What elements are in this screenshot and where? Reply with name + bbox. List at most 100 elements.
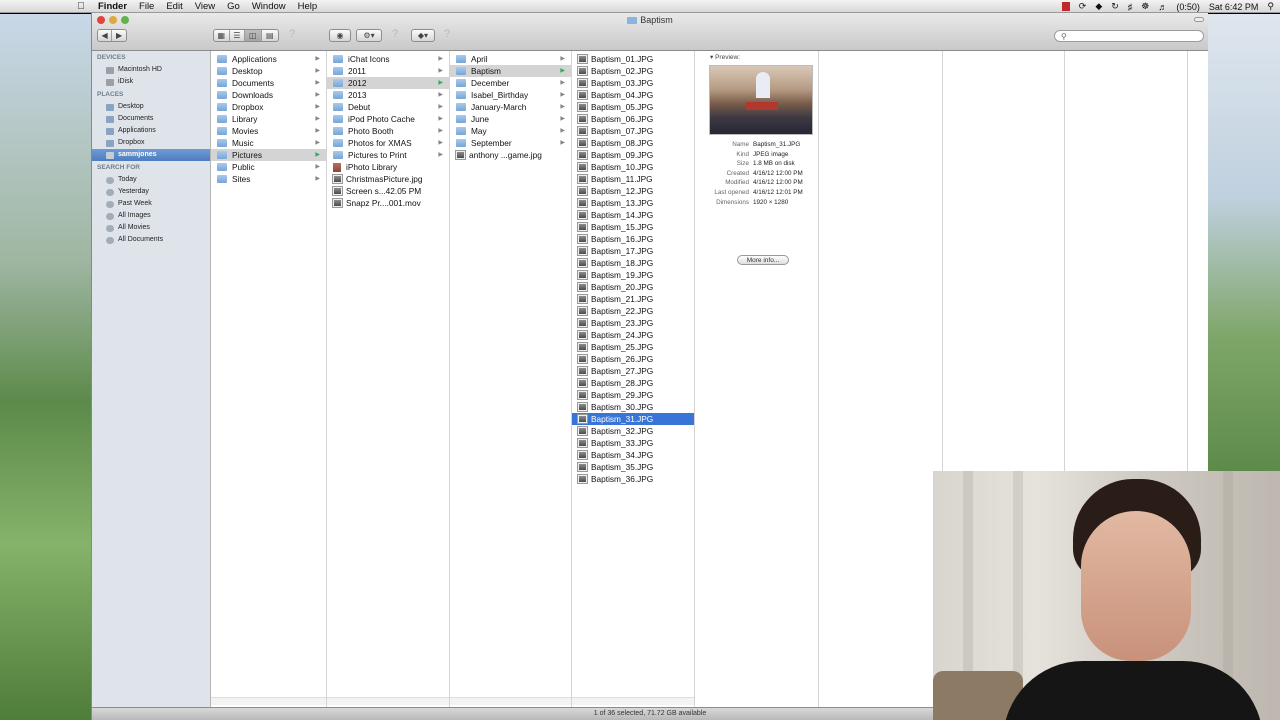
column-item[interactable]: Baptism_05.JPG bbox=[572, 101, 694, 113]
icon-view-icon[interactable]: ▦ bbox=[214, 30, 230, 41]
column-item[interactable]: iChat Icons ▶ bbox=[327, 53, 449, 65]
column-item[interactable]: Applications ▶ bbox=[211, 53, 326, 65]
column-item[interactable]: Baptism_19.JPG bbox=[572, 269, 694, 281]
sidebar-item[interactable]: Dropbox bbox=[92, 137, 210, 149]
column-item[interactable]: Baptism_10.JPG bbox=[572, 161, 694, 173]
menu-go[interactable]: Go bbox=[227, 1, 240, 12]
record-indicator-icon[interactable] bbox=[1061, 2, 1070, 11]
column-item[interactable]: Baptism_13.JPG bbox=[572, 197, 694, 209]
action-menu-button[interactable]: ⚙▾ bbox=[356, 29, 382, 42]
column-item[interactable]: Baptism_21.JPG bbox=[572, 293, 694, 305]
column-item[interactable]: Dropbox ▶ bbox=[211, 101, 326, 113]
column-item[interactable]: Baptism_22.JPG bbox=[572, 305, 694, 317]
column-item[interactable]: Documents ▶ bbox=[211, 77, 326, 89]
column-item[interactable]: Pictures ▶ bbox=[211, 149, 326, 161]
menu-finder[interactable]: Finder bbox=[98, 1, 127, 12]
column-item[interactable]: 2011 ▶ bbox=[327, 65, 449, 77]
forward-button[interactable]: ▶ bbox=[112, 30, 126, 41]
sidebar-section-header[interactable]: SEARCH FOR bbox=[92, 162, 210, 174]
column-item[interactable]: iPhoto Library bbox=[327, 161, 449, 173]
column-item[interactable]: Baptism_02.JPG bbox=[572, 65, 694, 77]
sidebar-item[interactable]: sammjones bbox=[92, 149, 210, 161]
battery-status[interactable]: (0:50) bbox=[1176, 2, 1200, 12]
menu-view[interactable]: View bbox=[195, 1, 215, 12]
apple-menu-icon[interactable]:  bbox=[74, 1, 88, 12]
column-item[interactable]: Baptism_30.JPG bbox=[572, 401, 694, 413]
column-item[interactable]: Library ▶ bbox=[211, 113, 326, 125]
column-item[interactable]: Baptism_35.JPG bbox=[572, 461, 694, 473]
sidebar-item[interactable]: All Documents bbox=[92, 234, 210, 246]
column-item[interactable]: Baptism_03.JPG bbox=[572, 77, 694, 89]
wifi-icon[interactable]: ☸ bbox=[1141, 1, 1149, 12]
sidebar-item[interactable]: Applications bbox=[92, 125, 210, 137]
menu-clock[interactable]: Sat 6:42 PM bbox=[1209, 2, 1259, 12]
column-item[interactable]: Baptism_18.JPG bbox=[572, 257, 694, 269]
column-resize-handle[interactable] bbox=[327, 697, 449, 705]
sidebar-section-header[interactable]: PLACES bbox=[92, 89, 210, 101]
column-item[interactable]: Baptism_15.JPG bbox=[572, 221, 694, 233]
spotlight-icon[interactable]: ⚲ bbox=[1267, 1, 1274, 12]
column-item[interactable]: Downloads ▶ bbox=[211, 89, 326, 101]
column-item[interactable]: Baptism_33.JPG bbox=[572, 437, 694, 449]
column-item[interactable]: Movies ▶ bbox=[211, 125, 326, 137]
volume-icon[interactable]: ♬ bbox=[1158, 2, 1167, 12]
column-item[interactable]: Music ▶ bbox=[211, 137, 326, 149]
column-item[interactable]: Baptism_23.JPG bbox=[572, 317, 694, 329]
column-item[interactable]: December ▶ bbox=[450, 77, 571, 89]
menu-help[interactable]: Help bbox=[298, 1, 318, 12]
sidebar-item[interactable]: Documents bbox=[92, 113, 210, 125]
column-item[interactable]: Baptism_24.JPG bbox=[572, 329, 694, 341]
column-item[interactable]: Baptism_27.JPG bbox=[572, 365, 694, 377]
column-item[interactable]: Pictures to Print ▶ bbox=[327, 149, 449, 161]
column-item[interactable]: Photos for XMAS ▶ bbox=[327, 137, 449, 149]
column-item[interactable]: Baptism_25.JPG bbox=[572, 341, 694, 353]
column-item[interactable]: Screen s...42.05 PM bbox=[327, 185, 449, 197]
column-item[interactable]: Debut ▶ bbox=[327, 101, 449, 113]
column-item[interactable]: Baptism_16.JPG bbox=[572, 233, 694, 245]
column-item[interactable]: Baptism_36.JPG bbox=[572, 473, 694, 485]
column-item[interactable]: 2013 ▶ bbox=[327, 89, 449, 101]
column-view-icon[interactable]: ◫ bbox=[245, 30, 262, 41]
column-item[interactable]: Baptism_29.JPG bbox=[572, 389, 694, 401]
bluetooth-icon[interactable]: ♯ bbox=[1128, 2, 1133, 12]
back-button[interactable]: ◀ bbox=[98, 30, 113, 41]
column-item[interactable]: Baptism_20.JPG bbox=[572, 281, 694, 293]
column-item[interactable]: Public ▶ bbox=[211, 161, 326, 173]
column-item[interactable]: Baptism_12.JPG bbox=[572, 185, 694, 197]
list-view-icon[interactable]: ☰ bbox=[230, 30, 246, 41]
column-item[interactable]: Baptism ▶ bbox=[450, 65, 571, 77]
column-item[interactable]: Baptism_07.JPG bbox=[572, 125, 694, 137]
sidebar-item[interactable]: Desktop bbox=[92, 101, 210, 113]
column-item[interactable]: Isabel_Birthday ▶ bbox=[450, 89, 571, 101]
column-item[interactable]: Baptism_26.JPG bbox=[572, 353, 694, 365]
more-info-button[interactable]: More info... bbox=[737, 255, 789, 265]
column-item[interactable]: iPod Photo Cache ▶ bbox=[327, 113, 449, 125]
column-item[interactable]: April ▶ bbox=[450, 53, 571, 65]
sidebar-item[interactable]: Today bbox=[92, 174, 210, 186]
time-machine-icon[interactable]: ↻ bbox=[1111, 1, 1119, 12]
column-item[interactable]: anthony ...game.jpg bbox=[450, 149, 571, 161]
column-item[interactable]: September ▶ bbox=[450, 137, 571, 149]
column-item[interactable]: Baptism_17.JPG bbox=[572, 245, 694, 257]
column-item[interactable]: Baptism_08.JPG bbox=[572, 137, 694, 149]
sidebar-item[interactable]: All Images bbox=[92, 210, 210, 222]
sidebar-item[interactable]: Macintosh HD bbox=[92, 64, 210, 76]
coverflow-view-icon[interactable]: ▤ bbox=[262, 30, 278, 41]
menu-file[interactable]: File bbox=[139, 1, 154, 12]
menu-window[interactable]: Window bbox=[252, 1, 286, 12]
column-item[interactable]: Baptism_14.JPG bbox=[572, 209, 694, 221]
column-item[interactable]: Snapz Pr....001.mov bbox=[327, 197, 449, 209]
sidebar-section-header[interactable]: DEVICES bbox=[92, 52, 210, 64]
column-item[interactable]: May ▶ bbox=[450, 125, 571, 137]
column-item[interactable]: 2012 ▶ bbox=[327, 77, 449, 89]
column-item[interactable]: Baptism_28.JPG bbox=[572, 377, 694, 389]
column-item[interactable]: June ▶ bbox=[450, 113, 571, 125]
menu-edit[interactable]: Edit bbox=[166, 1, 182, 12]
quick-look-button[interactable]: ◉ bbox=[329, 29, 351, 42]
preview-header[interactable]: ▾ Preview: bbox=[695, 51, 818, 61]
column-resize-handle[interactable] bbox=[450, 697, 571, 705]
dropbox-toolbar-button[interactable]: ◆▾ bbox=[411, 29, 435, 42]
column-item[interactable]: Baptism_09.JPG bbox=[572, 149, 694, 161]
column-item[interactable]: Sites ▶ bbox=[211, 173, 326, 185]
column-item[interactable]: Baptism_11.JPG bbox=[572, 173, 694, 185]
